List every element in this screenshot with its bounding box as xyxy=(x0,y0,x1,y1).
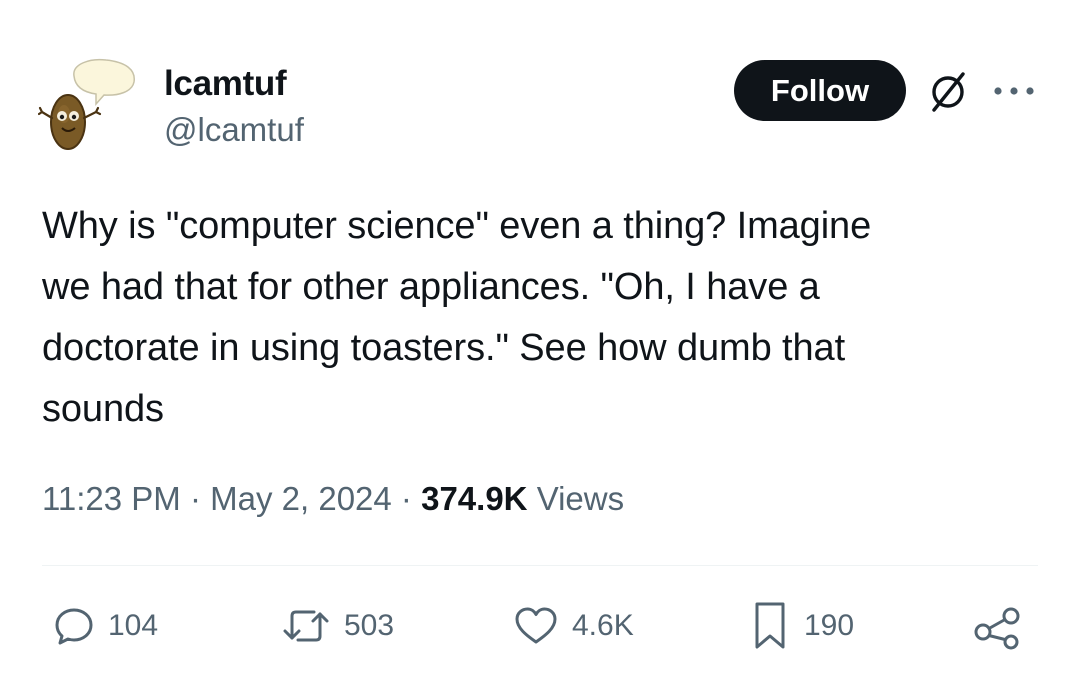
more-icon[interactable] xyxy=(990,76,1038,106)
divider xyxy=(42,565,1038,566)
reply-count: 104 xyxy=(108,609,159,642)
tweet-text: Why is "computer science" even a thing? … xyxy=(42,196,1042,440)
tweet-text-line: we had that for other appliances. "Oh, I… xyxy=(42,266,820,308)
bookmark-button[interactable]: 190 xyxy=(748,598,854,654)
meta-separator: · xyxy=(391,480,422,517)
grok-icon[interactable] xyxy=(926,70,970,114)
like-button[interactable]: 4.6K xyxy=(512,598,634,654)
author-handle[interactable]: @lcamtuf xyxy=(164,108,304,152)
bookmark-icon xyxy=(755,602,785,649)
tweet-card: lcamtuf @lcamtuf Follow Why is "computer… xyxy=(0,0,1080,681)
reply-button[interactable]: 104 xyxy=(52,598,158,654)
tweet-text-line: sounds xyxy=(42,388,164,430)
reply-icon xyxy=(55,608,93,645)
heart-icon xyxy=(515,607,557,644)
share-button[interactable] xyxy=(972,598,1024,654)
repost-icon xyxy=(283,610,329,642)
repost-count: 503 xyxy=(344,609,395,642)
author-names[interactable]: lcamtuf @lcamtuf xyxy=(164,62,304,152)
tweet-text-line: doctorate in using toasters." See how du… xyxy=(42,327,846,369)
meta-separator: · xyxy=(180,480,211,517)
share-icon xyxy=(974,607,1020,650)
tweet-text-line: Why is "computer science" even a thing? … xyxy=(42,205,872,247)
repost-button[interactable]: 503 xyxy=(280,598,394,654)
bookmark-count: 190 xyxy=(804,609,855,642)
like-count: 4.6K xyxy=(572,609,634,642)
tweet-date[interactable]: May 2, 2024 xyxy=(210,480,392,517)
tweet-meta: 11:23 PM · May 2, 2024 · 374.9K Views xyxy=(42,474,624,524)
follow-button[interactable]: Follow xyxy=(734,60,906,121)
views-count: 374.9K xyxy=(421,480,528,517)
avatar[interactable] xyxy=(38,56,142,160)
tweet-time[interactable]: 11:23 PM xyxy=(42,480,181,517)
author-display-name[interactable]: lcamtuf xyxy=(164,62,304,106)
views-label: Views xyxy=(536,480,625,517)
